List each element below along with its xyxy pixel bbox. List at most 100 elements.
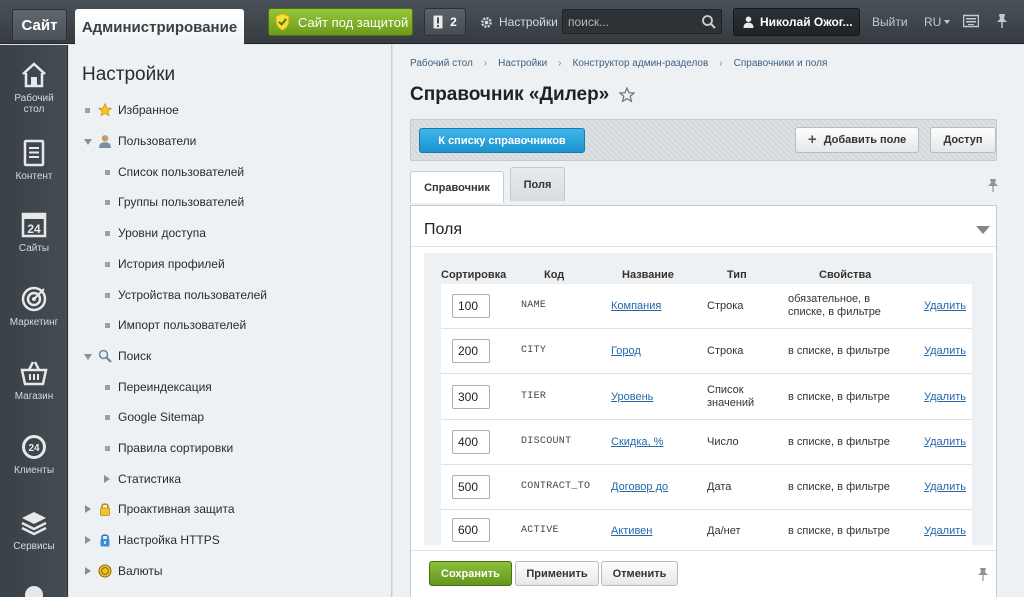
menu-title: Настройки	[82, 64, 176, 85]
menu-bullet	[105, 262, 110, 267]
menu-item-sort-rules[interactable]: Правила сортировки	[69, 438, 389, 458]
nav-label: Маркетинг	[9, 317, 59, 328]
site-secure-button[interactable]: Сайт под защитой	[268, 8, 413, 36]
nav-item-clients[interactable]: 24 Клиенты	[0, 433, 68, 476]
menu-item-proactive-protection[interactable]: Проактивная защита	[69, 499, 389, 519]
sort-input[interactable]: 100	[452, 294, 490, 318]
expand-arrow-icon[interactable]	[84, 139, 92, 145]
table-row: 100 NAME Компания Строка обязательное, в…	[441, 284, 972, 329]
expand-arrow-icon[interactable]	[85, 567, 91, 575]
pin-icon[interactable]	[977, 567, 989, 581]
tab-fields[interactable]: Поля	[510, 167, 565, 201]
apply-button[interactable]: Применить	[515, 561, 599, 586]
pin-icon[interactable]	[995, 13, 1009, 29]
shield-icon	[275, 13, 290, 31]
menu-item-statistics[interactable]: Статистика	[69, 469, 389, 489]
form-footer: Сохранить Применить Отменить	[411, 550, 996, 597]
user-menu-button[interactable]: Николай Ожог...	[733, 8, 860, 36]
sort-input[interactable]: 400	[452, 430, 490, 454]
field-name-link[interactable]: Уровень	[611, 391, 653, 403]
save-button[interactable]: Сохранить	[429, 561, 512, 586]
table-row: 400 DISCOUNT Скидка, % Число в списке, в…	[441, 420, 972, 465]
notifications-button[interactable]: 2	[424, 8, 466, 36]
menu-item-user-list[interactable]: Список пользователей	[69, 162, 389, 182]
expand-arrow-icon[interactable]	[104, 475, 110, 483]
menu-item-google-sitemap[interactable]: Google Sitemap	[69, 407, 389, 427]
delete-link[interactable]: Удалить	[924, 525, 966, 537]
field-name-link[interactable]: Договор до	[611, 481, 668, 493]
expand-arrow-icon[interactable]	[85, 536, 91, 544]
tab-site[interactable]: Сайт	[12, 9, 67, 40]
menu-item-access-levels[interactable]: Уровни доступа	[69, 223, 389, 243]
breadcrumb-item[interactable]: Конструктор админ-разделов	[573, 58, 709, 69]
add-field-button[interactable]: + Добавить поле	[795, 127, 919, 153]
field-properties: обязательное, в списке, в фильтре	[788, 293, 881, 318]
hotkeys-icon[interactable]	[963, 13, 979, 29]
menu-item-search[interactable]: Поиск	[69, 346, 389, 366]
delete-link[interactable]: Удалить	[924, 391, 966, 403]
field-code: NAME	[521, 300, 547, 311]
nav-item-marketing[interactable]: Маркетинг	[0, 285, 68, 328]
cancel-button[interactable]: Отменить	[601, 561, 678, 586]
nav-item-content[interactable]: Контент	[0, 139, 68, 182]
favorite-star-icon[interactable]	[619, 87, 635, 103]
breadcrumb-item[interactable]: Рабочий стол	[410, 58, 473, 69]
breadcrumb-item[interactable]: Настройки	[498, 58, 547, 69]
delete-link[interactable]: Удалить	[924, 481, 966, 493]
language-selector[interactable]: RU	[924, 15, 951, 29]
field-name-link[interactable]: Компания	[611, 300, 661, 312]
field-name-link[interactable]: Активен	[611, 525, 652, 537]
field-name-link[interactable]: Город	[611, 345, 641, 357]
menu-item-reindex[interactable]: Переиндексация	[69, 377, 389, 397]
menu-item-user-groups[interactable]: Группы пользователей	[69, 192, 389, 212]
settings-link[interactable]: Настройки	[480, 8, 558, 36]
nav-label: Контент	[15, 171, 53, 182]
nav-item-more[interactable]	[0, 581, 68, 597]
expand-arrow-icon[interactable]	[85, 505, 91, 513]
field-properties: в списке, в фильтре	[788, 391, 890, 403]
sort-input[interactable]: 300	[452, 385, 490, 409]
nav-item-shop[interactable]: Магазин	[0, 359, 68, 402]
sort-input[interactable]: 200	[452, 339, 490, 363]
nav-item-sites[interactable]: 24 Сайты	[0, 211, 68, 254]
sort-input[interactable]: 500	[452, 475, 490, 499]
column-header-sort[interactable]: Сортировка	[441, 269, 506, 281]
sort-input[interactable]: 600	[452, 518, 490, 542]
field-name-link[interactable]: Скидка, %	[611, 436, 663, 448]
delete-link[interactable]: Удалить	[924, 436, 966, 448]
delete-link[interactable]: Удалить	[924, 345, 966, 357]
menu-item-https-settings[interactable]: Настройка HTTPS	[69, 530, 389, 550]
menu-bullet	[105, 385, 110, 390]
delete-link[interactable]: Удалить	[924, 300, 966, 312]
coin-icon	[98, 564, 112, 578]
search-input[interactable]	[563, 10, 698, 33]
nav-label: Сервисы	[13, 541, 55, 552]
nav-item-desktop[interactable]: Рабочий стол	[0, 61, 68, 115]
expand-arrow-icon[interactable]	[84, 354, 92, 360]
menu-bullet	[105, 231, 110, 236]
menu-item-label: История профилей	[118, 257, 225, 271]
search-icon[interactable]	[701, 14, 717, 30]
breadcrumb-item[interactable]: Справочники и поля	[734, 58, 828, 69]
access-button[interactable]: Доступ	[930, 127, 996, 153]
tab-admin[interactable]: Администрирование	[75, 9, 244, 45]
pin-icon[interactable]	[987, 178, 999, 192]
notification-icon	[433, 15, 443, 29]
column-header-properties[interactable]: Свойства	[819, 269, 871, 281]
tab-directory[interactable]: Справочник	[410, 171, 504, 203]
column-header-type[interactable]: Тип	[727, 269, 747, 281]
menu-item-user-import[interactable]: Импорт пользователей	[69, 315, 389, 335]
menu-item-currencies[interactable]: Валюты	[69, 561, 389, 581]
logout-link[interactable]: Выйти	[872, 15, 908, 29]
back-to-list-button[interactable]: К списку справочников	[419, 128, 585, 153]
menu-item-user-devices[interactable]: Устройства пользователей	[69, 285, 389, 305]
column-header-name[interactable]: Название	[622, 269, 674, 281]
column-header-code[interactable]: Код	[544, 269, 564, 281]
clients-icon: 24	[22, 435, 46, 459]
menu-item-label: Поиск	[118, 349, 152, 363]
field-type: Список значений	[707, 384, 755, 409]
nav-item-services[interactable]: Сервисы	[0, 509, 68, 552]
collapse-icon[interactable]	[976, 226, 990, 234]
menu-item-profile-history[interactable]: История профилей	[69, 254, 389, 274]
field-properties: в списке, в фильтре	[788, 345, 890, 357]
